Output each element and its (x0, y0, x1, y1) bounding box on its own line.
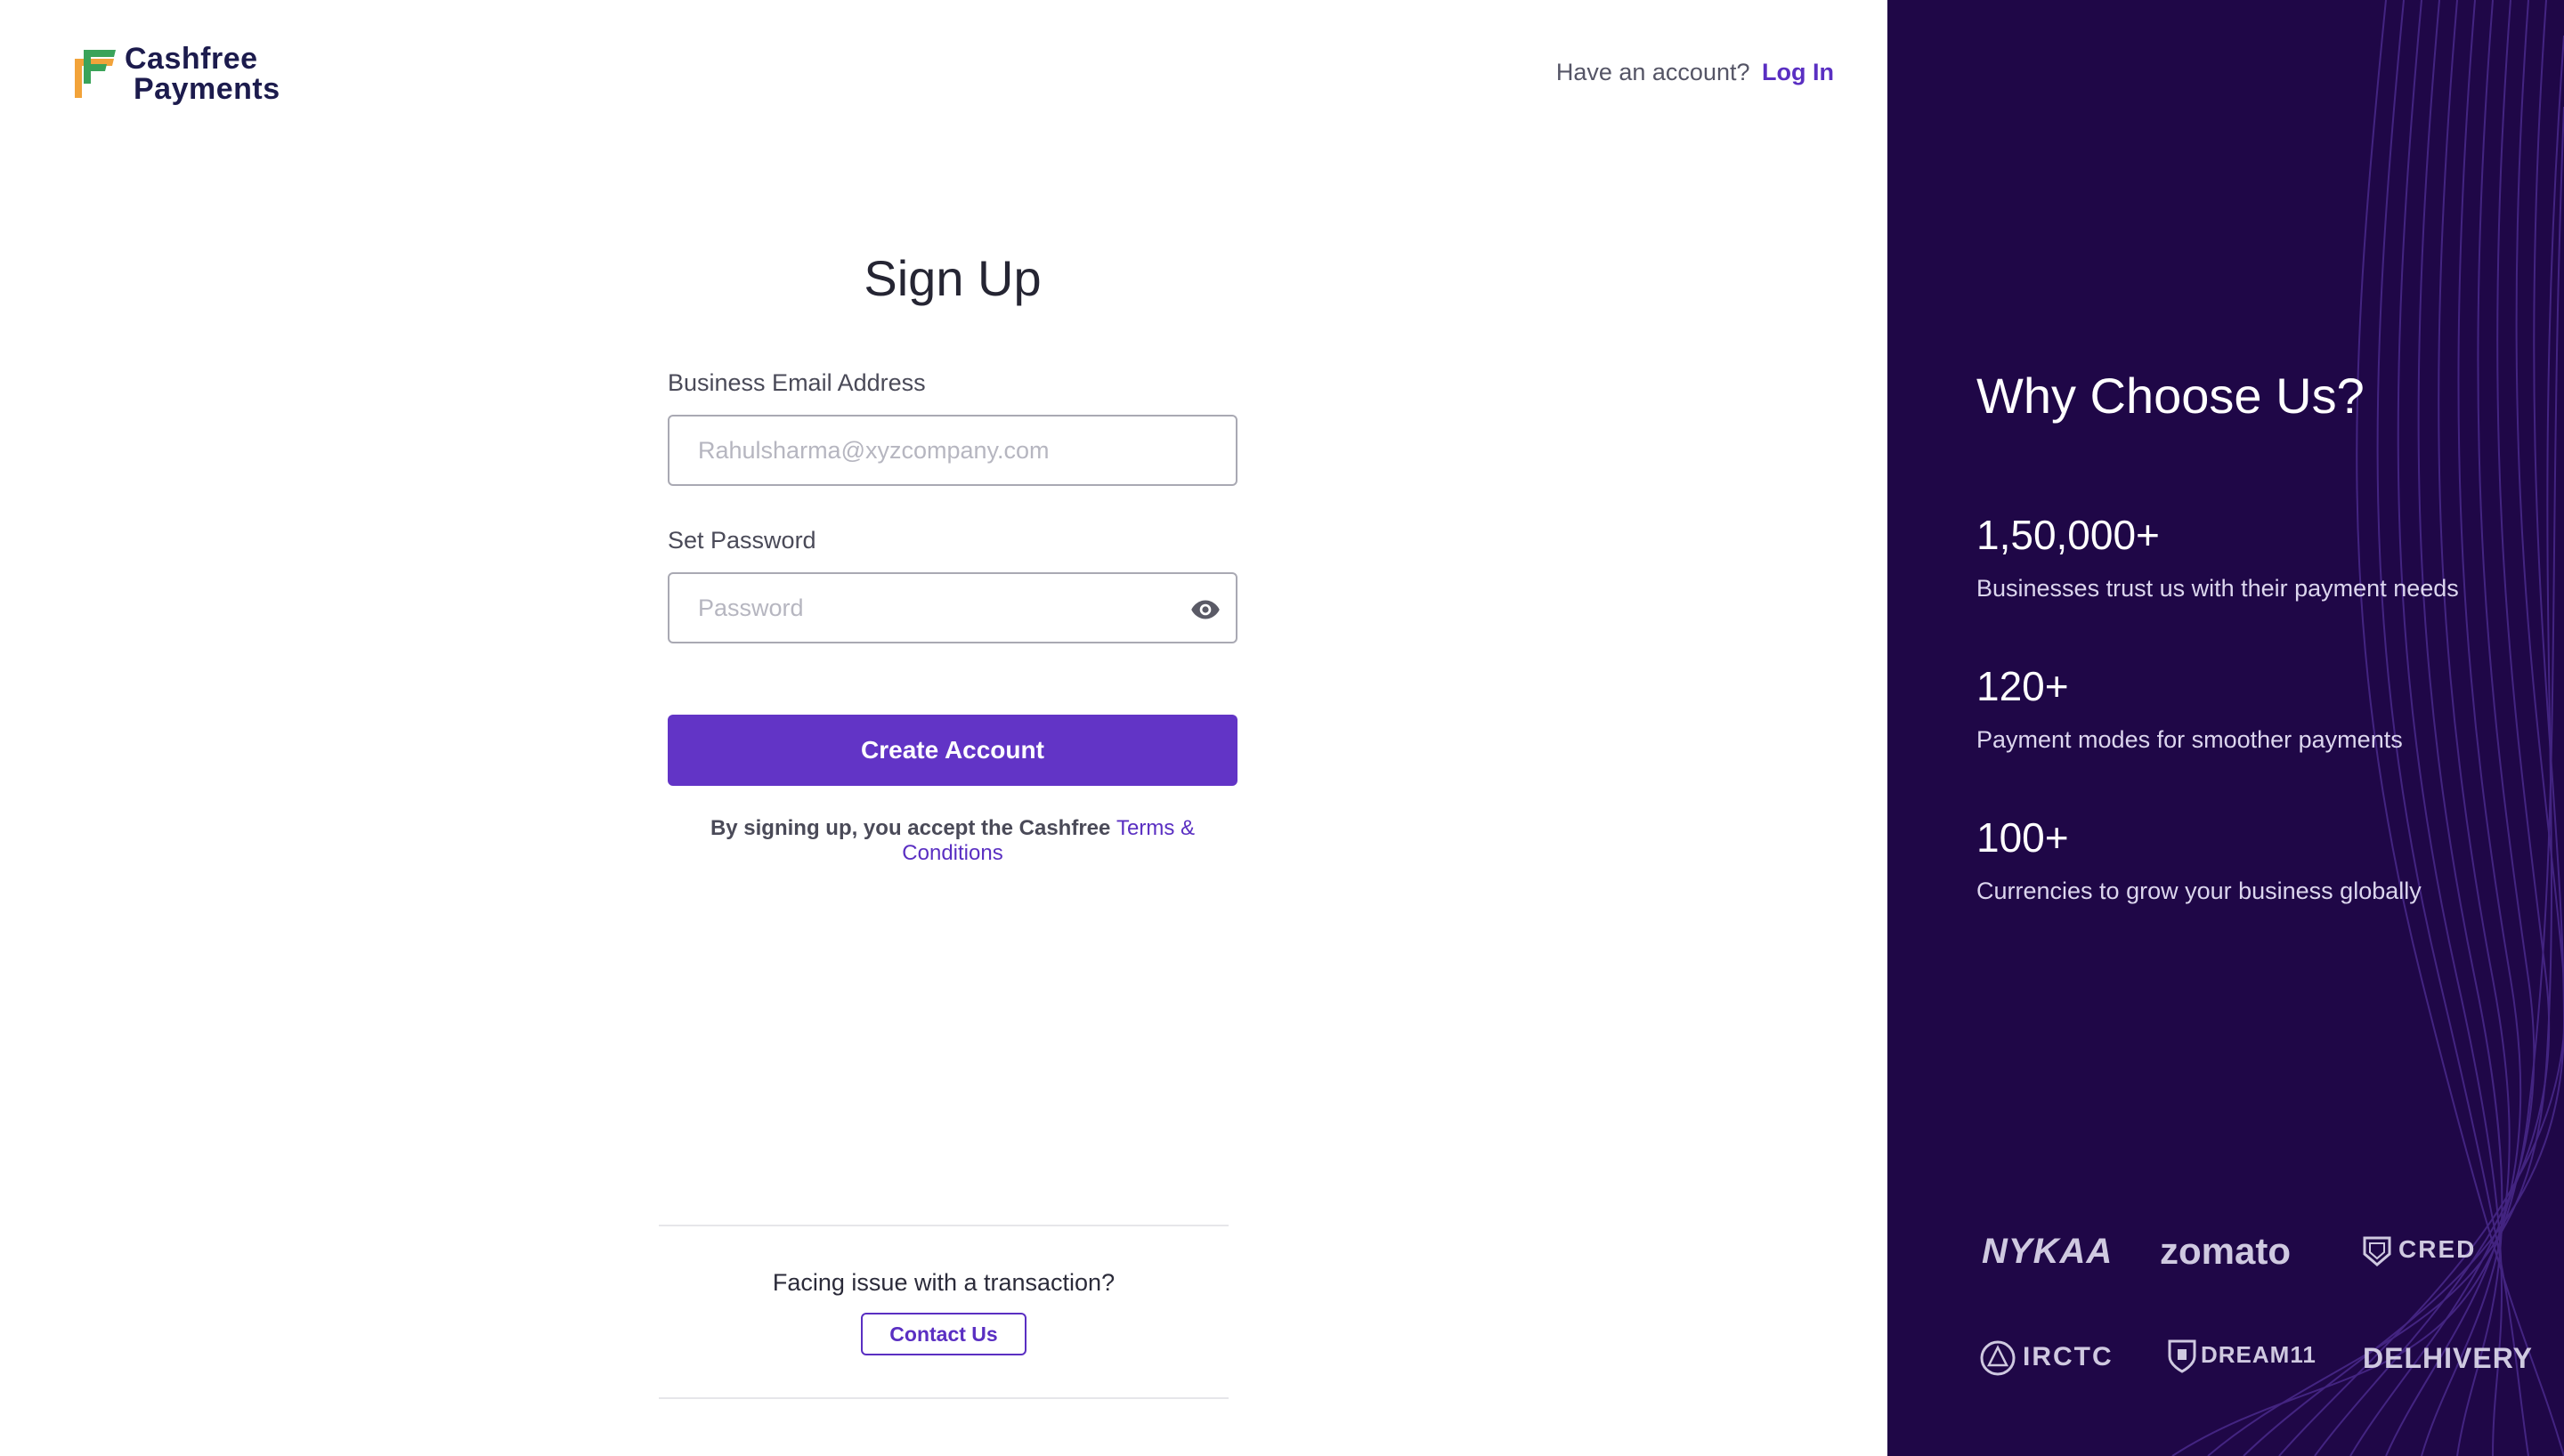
stat-payment-modes: 120+ Payment modes for smoother payments (1976, 662, 2403, 754)
cred-shield-icon (2363, 1236, 2391, 1266)
email-field-wrapper (668, 415, 1237, 486)
signup-form: Sign Up Business Email Address Set Passw… (668, 249, 1237, 866)
terms-notice: By signing up, you accept the Cashfree T… (668, 816, 1237, 866)
stat-description: Businesses trust us with their payment n… (1976, 575, 2459, 602)
password-label: Set Password (668, 527, 816, 554)
eye-icon[interactable] (1189, 594, 1221, 626)
stat-value: 120+ (1976, 663, 2069, 709)
brand-logo-irctc: IRCTC (1978, 1339, 2114, 1378)
cashfree-logo[interactable]: Cashfree Payments (69, 42, 283, 106)
terms-prefix: By signing up, you accept the Cashfree (710, 816, 1111, 840)
support-section: Facing issue with a transaction? Contact… (659, 1225, 1229, 1399)
have-account-text: Have an account? (1555, 59, 1750, 85)
stat-description: Currencies to grow your business globall… (1976, 878, 2422, 904)
cashfree-logo-mark-icon (69, 48, 116, 100)
why-choose-us-heading: Why Choose Us? (1976, 368, 2365, 424)
logo-text-line1: Cashfree (125, 42, 258, 76)
create-account-button[interactable]: Create Account (668, 715, 1237, 786)
page-title: Sign Up (864, 250, 1042, 306)
dream11-shield-icon (2168, 1339, 2196, 1373)
irctc-emblem-icon (1980, 1340, 2016, 1376)
brand-logo-zomato: zomato (2160, 1230, 2291, 1272)
brand-logo-delhivery: DELHIVERY (2363, 1342, 2533, 1374)
why-choose-us-panel: Why Choose Us? 1,50,000+ Businesses trus… (1887, 0, 2564, 1456)
support-question: Facing issue with a transaction? (772, 1269, 1116, 1296)
stat-value: 100+ (1976, 814, 2069, 861)
brand-text-dream11: DREAM11 (2201, 1340, 2317, 1368)
stat-businesses: 1,50,000+ Businesses trust us with their… (1976, 511, 2459, 603)
stat-currencies: 100+ Currencies to grow your business gl… (1976, 813, 2422, 905)
password-field-wrapper (668, 572, 1237, 643)
contact-us-button[interactable]: Contact Us (861, 1313, 1026, 1355)
have-account-prompt: Have an account? Log In (1556, 59, 1834, 86)
stat-value: 1,50,000+ (1976, 512, 2160, 558)
email-label: Business Email Address (668, 369, 926, 396)
brand-logo-cred: CRED (2363, 1235, 2476, 1266)
login-link[interactable]: Log In (1762, 59, 1834, 85)
brand-text-cred: CRED (2398, 1235, 2477, 1263)
brand-logo-dream11: DREAM11 (2167, 1339, 2317, 1374)
logo-text-line2: Payments (134, 72, 280, 106)
brand-logo-nykaa: NYKAA (1982, 1232, 2114, 1271)
password-field[interactable] (669, 574, 1236, 642)
signup-pane: Cashfree Payments Have an account? Log I… (0, 0, 1887, 1456)
email-field[interactable] (669, 417, 1236, 484)
stat-description: Payment modes for smoother payments (1976, 726, 2403, 753)
brand-text-irctc: IRCTC (2023, 1341, 2114, 1371)
